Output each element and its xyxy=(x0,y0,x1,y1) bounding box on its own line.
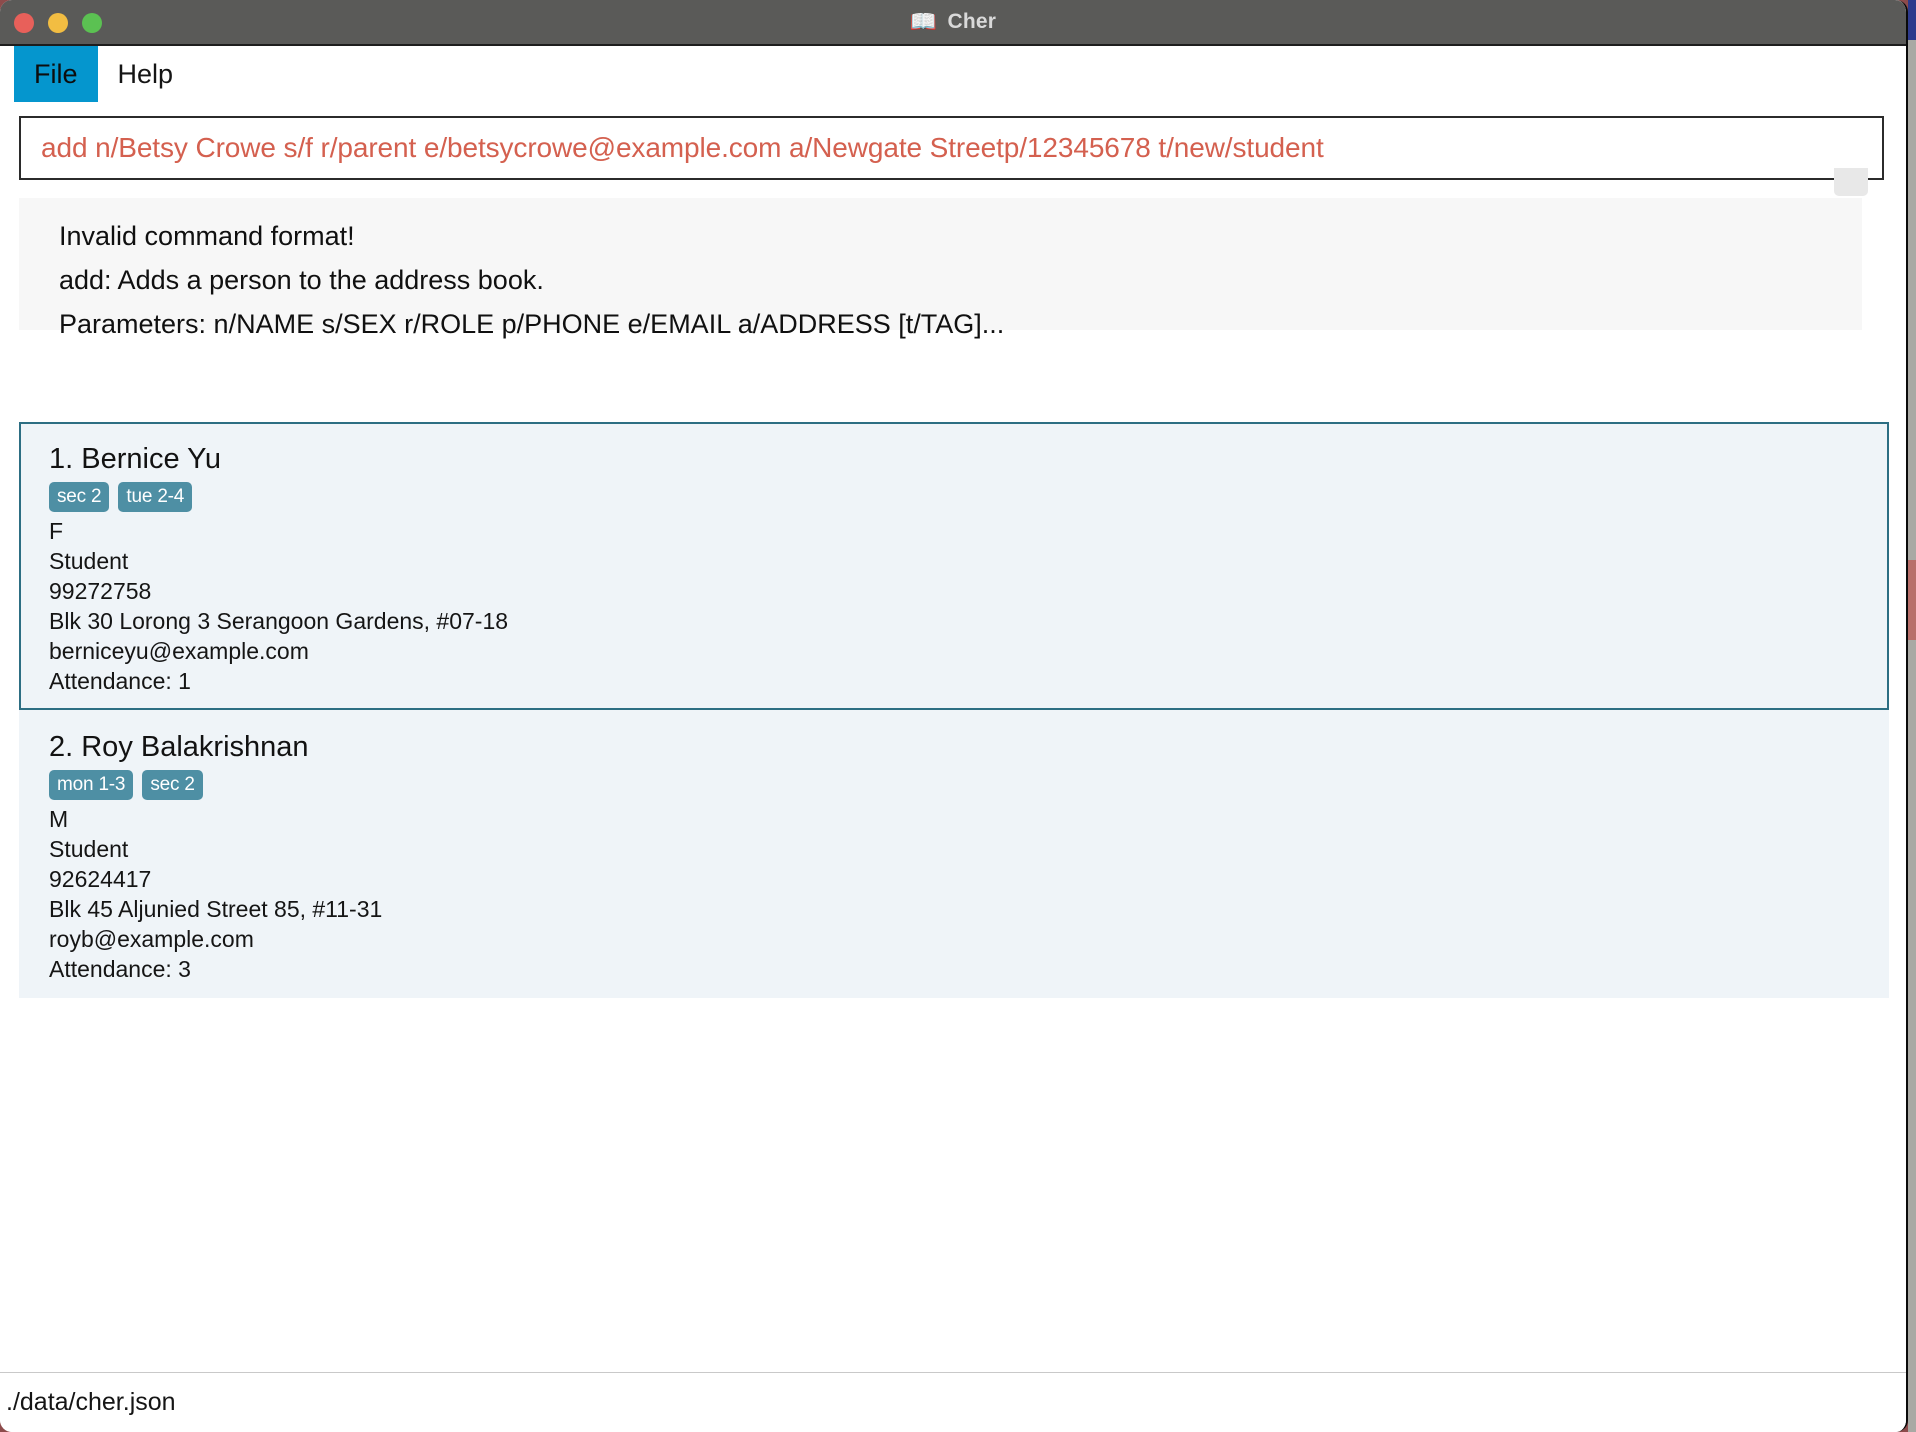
person-role: Student xyxy=(49,548,129,574)
result-scrollbar-corner[interactable] xyxy=(1834,168,1868,196)
status-badge: tue 2-4 xyxy=(118,482,193,512)
person-email: royb@example.com xyxy=(49,926,254,952)
menu-bar: File Help xyxy=(0,46,1906,102)
person-phone: 99272758 xyxy=(49,578,152,604)
list-item[interactable]: 2. Roy Balakrishnan mon 1-3 sec 2 M Stud… xyxy=(19,710,1889,998)
person-name: 1. Bernice Yu xyxy=(49,443,221,475)
tag-row: sec 2 tue 2-4 xyxy=(49,482,1887,512)
menu-item-help[interactable]: Help xyxy=(98,46,194,102)
person-name: 2. Roy Balakrishnan xyxy=(49,731,309,763)
result-display: Invalid command format! add: Adds a pers… xyxy=(19,198,1862,339)
person-attendance: Attendance: 1 xyxy=(49,668,191,694)
command-input[interactable]: add n/Betsy Crowe s/f r/parent e/betsycr… xyxy=(41,132,1324,164)
status-badge: sec 2 xyxy=(49,482,110,512)
result-line: Invalid command format! xyxy=(59,221,355,251)
tag-row: mon 1-3 sec 2 xyxy=(49,770,1887,800)
person-address: Blk 30 Lorong 3 Serangoon Gardens, #07-1… xyxy=(49,608,509,634)
result-line: add: Adds a person to the address book. xyxy=(59,265,544,295)
minimize-button[interactable] xyxy=(48,13,68,33)
status-bar: ./data/cher.json xyxy=(0,1372,1906,1432)
person-list[interactable]: 1. Bernice Yu sec 2 tue 2-4 F Student 99… xyxy=(19,422,1889,1364)
person-phone: 92624417 xyxy=(49,866,152,892)
desktop-edge xyxy=(1908,0,1916,1432)
status-badge: sec 2 xyxy=(142,770,203,800)
open-book-icon: 📖 xyxy=(909,9,938,34)
status-file-path: ./data/cher.json xyxy=(6,1388,176,1416)
maximize-button[interactable] xyxy=(82,13,102,33)
command-box[interactable]: add n/Betsy Crowe s/f r/parent e/betsycr… xyxy=(19,116,1884,180)
result-line: Parameters: n/NAME s/SEX r/ROLE p/PHONE … xyxy=(59,309,1005,339)
person-address: Blk 45 Aljunied Street 85, #11-31 xyxy=(49,896,383,922)
person-sex: F xyxy=(49,518,64,544)
window-title: 📖 Cher xyxy=(910,10,996,34)
status-badge: mon 1-3 xyxy=(49,770,134,800)
window-title-text: Cher xyxy=(947,10,997,33)
list-item[interactable]: 1. Bernice Yu sec 2 tue 2-4 F Student 99… xyxy=(19,422,1889,710)
person-sex: M xyxy=(49,806,69,832)
window-controls xyxy=(14,0,102,46)
menu-item-file[interactable]: File xyxy=(14,46,98,102)
person-attendance: Attendance: 3 xyxy=(49,956,191,982)
app-window: 📖 Cher File Help add n/Betsy Crowe s/f r… xyxy=(0,0,1908,1432)
person-email: berniceyu@example.com xyxy=(49,638,309,664)
close-button[interactable] xyxy=(14,13,34,33)
title-bar: 📖 Cher xyxy=(0,0,1906,46)
person-role: Student xyxy=(49,836,129,862)
